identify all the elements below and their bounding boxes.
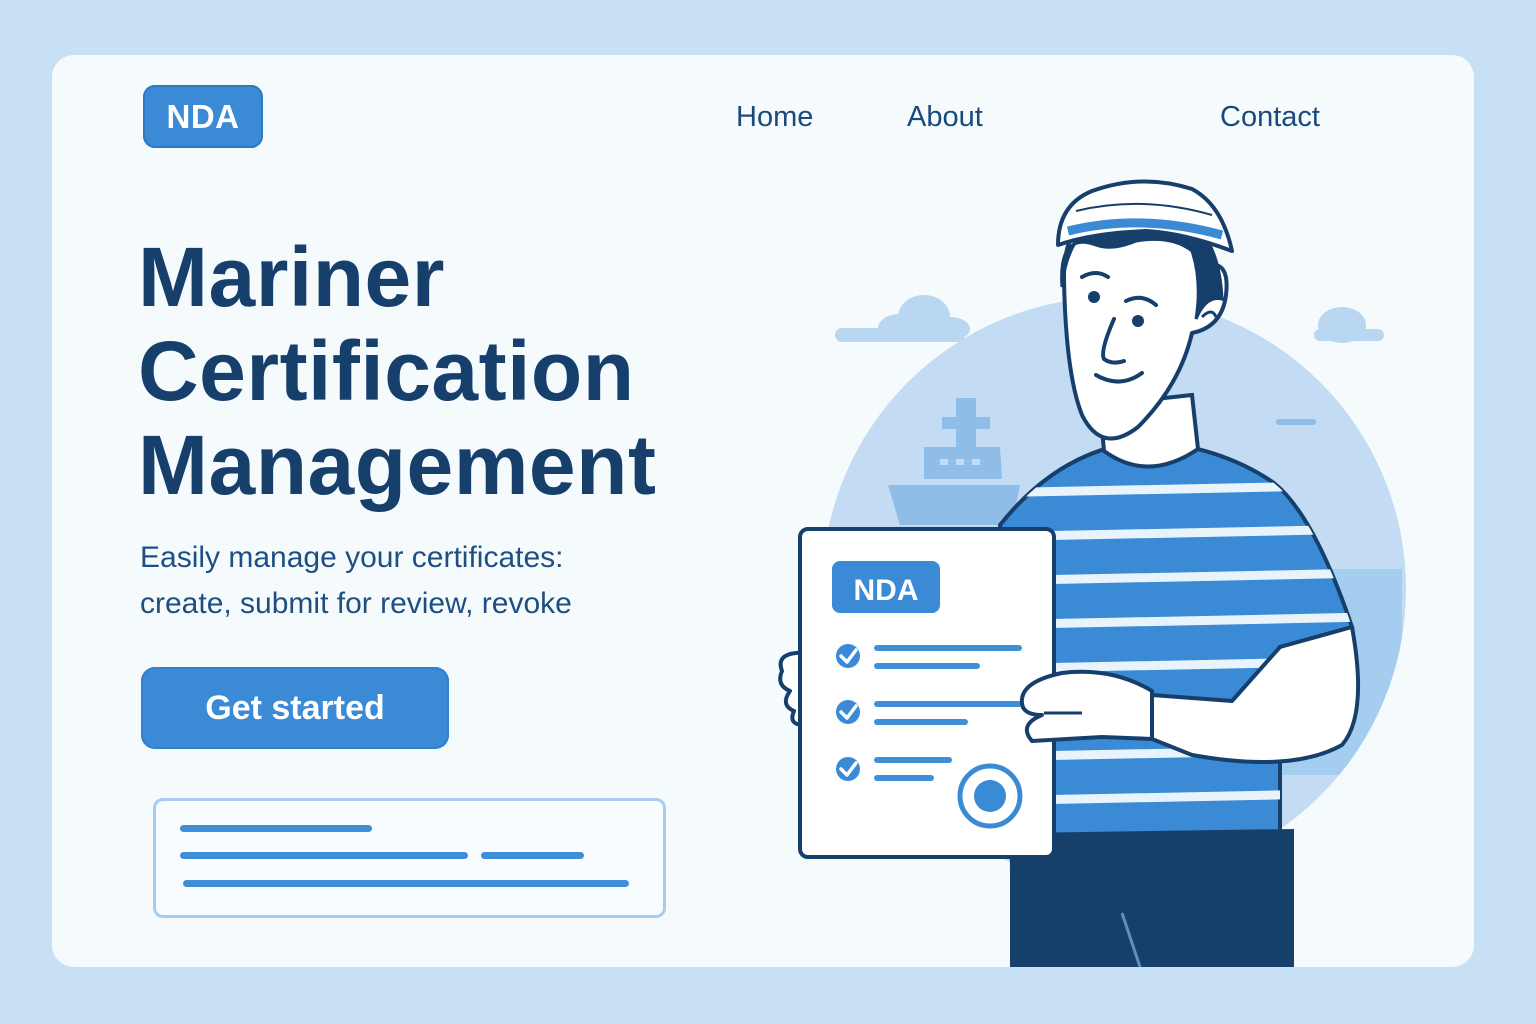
seal-icon xyxy=(957,763,1023,829)
check-icon xyxy=(836,644,860,668)
eye xyxy=(1088,291,1100,303)
horizon-dash xyxy=(1276,419,1316,425)
eye xyxy=(1132,315,1144,327)
nda-document: NDA xyxy=(798,527,1056,859)
hand xyxy=(1019,669,1154,743)
cloud-icon xyxy=(835,295,970,342)
check-icon xyxy=(836,700,860,724)
document-badge-text: NDA xyxy=(854,574,919,607)
cloud-icon xyxy=(1314,307,1384,343)
page-card: NDA Home About Contact Mariner Certifica… xyxy=(52,55,1474,967)
check-icon xyxy=(836,757,860,781)
sailor-illustration: NDA xyxy=(778,179,1406,967)
